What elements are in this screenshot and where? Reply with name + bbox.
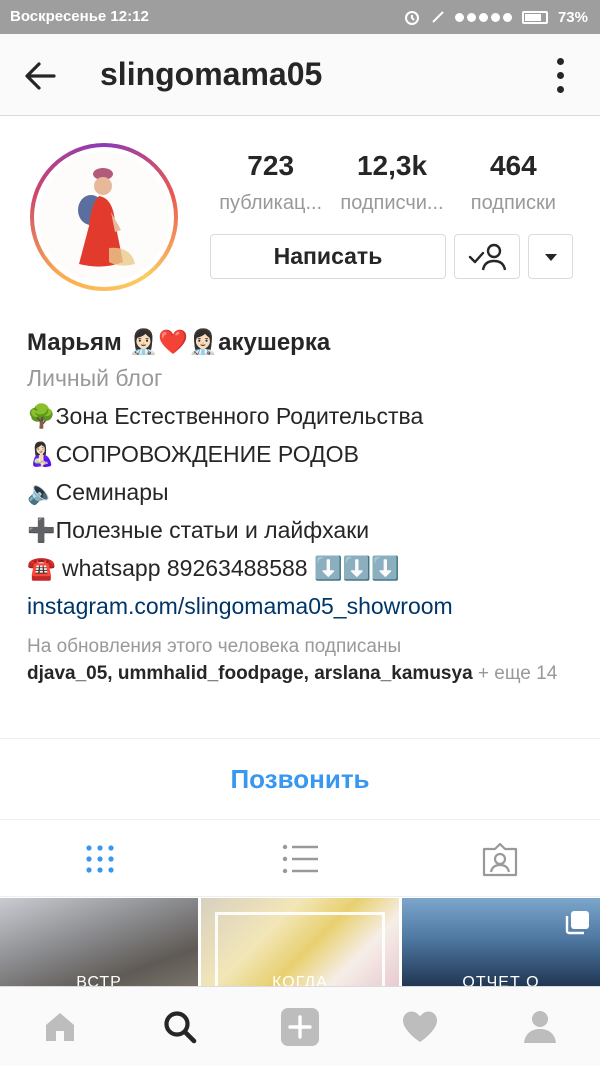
- followers-count[interactable]: 12,3k подписчи...: [331, 150, 452, 215]
- profile-category: Личный блог: [27, 365, 163, 391]
- home-icon: [46, 1012, 74, 1041]
- chevron-down-icon: [544, 253, 557, 261]
- tagged-photos-icon: [482, 842, 518, 876]
- signal-icon: [454, 12, 512, 22]
- contact-bar: Позвонить: [0, 738, 600, 820]
- stat-label: подписки: [470, 192, 556, 214]
- bio-line: ☎️ whatsapp 89263488588 ⬇️⬇️⬇️: [27, 555, 400, 581]
- photo-thumbnail[interactable]: ВСТР: [0, 898, 198, 988]
- followed-more[interactable]: + еще 14: [473, 663, 557, 684]
- following-check-icon: [468, 243, 507, 270]
- nav-activity[interactable]: [360, 987, 480, 1066]
- add-post-icon: [281, 1007, 319, 1046]
- alarm-icon: [404, 11, 419, 25]
- following-button[interactable]: [454, 234, 520, 279]
- stat-value: 723: [247, 150, 295, 181]
- stat-value: 464: [489, 150, 537, 181]
- heart-icon: [403, 1011, 437, 1042]
- tab-tagged[interactable]: [400, 821, 600, 896]
- nav-add-post[interactable]: [240, 987, 360, 1066]
- avatar-illustration: [78, 168, 135, 267]
- page-title: slingomama05: [100, 56, 323, 92]
- battery-icon: [521, 10, 548, 24]
- call-button[interactable]: Позвонить: [230, 764, 369, 795]
- list-icon: [282, 844, 318, 873]
- more-options-button[interactable]: [546, 54, 574, 96]
- carousel-icon: [565, 911, 589, 935]
- bio-line: 🌳Зона Естественного Родительства: [27, 403, 424, 429]
- photo-thumbnail[interactable]: ОТЧЕТ О: [402, 898, 600, 988]
- message-button[interactable]: Написать: [210, 234, 446, 279]
- profile-stats: 723 публикац... 12,3k подписчи... 464 по…: [210, 150, 574, 215]
- nav-profile[interactable]: [480, 987, 600, 1066]
- arrow-left-icon: [25, 62, 56, 90]
- profile-header: slingomama05: [0, 34, 600, 116]
- stat-value: 12,3k: [356, 150, 428, 181]
- photo-thumbnail[interactable]: КОГДА: [201, 898, 399, 988]
- more-vertical-icon: [556, 57, 564, 65]
- profile-bio: Марьям 👩🏻‍⚕️❤️👩🏻‍⚕️акушерка Личный блог …: [27, 327, 587, 687]
- bio-line: 🔈Семинары: [27, 479, 169, 505]
- posts-count[interactable]: 723 публикац...: [210, 150, 331, 215]
- status-bar: Воскресенье 12:12 73%: [0, 0, 600, 34]
- followed-users-list[interactable]: djava_05, ummhalid_foodpage, arslana_kam…: [27, 663, 473, 684]
- bio-line: ➕Полезные статьи и лайфхаки: [27, 517, 370, 543]
- wifi-off-icon: [432, 11, 444, 23]
- bio-line: 🤱🏻СОПРОВОЖДЕНИЕ РОДОВ: [27, 441, 359, 467]
- tab-list[interactable]: [200, 821, 400, 896]
- followed-by-label: На обновления этого человека подписаны: [27, 636, 402, 657]
- profile-view-tabs: [0, 821, 600, 897]
- profile-name: Марьям 👩🏻‍⚕️❤️👩🏻‍⚕️акушерка: [27, 329, 331, 356]
- suggestions-dropdown-button[interactable]: [528, 234, 573, 279]
- search-icon: [164, 1010, 197, 1043]
- photo-grid: ВСТР КОГДА ОТЧЕТ О: [0, 898, 600, 988]
- nav-home[interactable]: [0, 987, 120, 1066]
- grid-icon: [86, 844, 114, 873]
- status-time: Воскресенье 12:12: [10, 8, 149, 25]
- following-count[interactable]: 464 подписки: [453, 150, 574, 215]
- profile-website-link[interactable]: instagram.com/slingomama05_showroom: [27, 587, 587, 625]
- bottom-navigation: [0, 986, 600, 1066]
- status-indicators: 73%: [403, 8, 588, 26]
- avatar-story-ring[interactable]: [30, 143, 178, 291]
- nav-search[interactable]: [120, 987, 240, 1066]
- back-button[interactable]: [20, 56, 60, 96]
- battery-level: 73%: [557, 8, 588, 26]
- avatar: [39, 152, 169, 282]
- followed-by-users[interactable]: djava_05, ummhalid_foodpage, arslana_kam…: [27, 660, 587, 687]
- profile-icon: [524, 1010, 556, 1043]
- tab-grid[interactable]: [0, 821, 200, 896]
- stat-label: публикац...: [219, 192, 323, 214]
- stat-label: подписчи...: [340, 192, 444, 214]
